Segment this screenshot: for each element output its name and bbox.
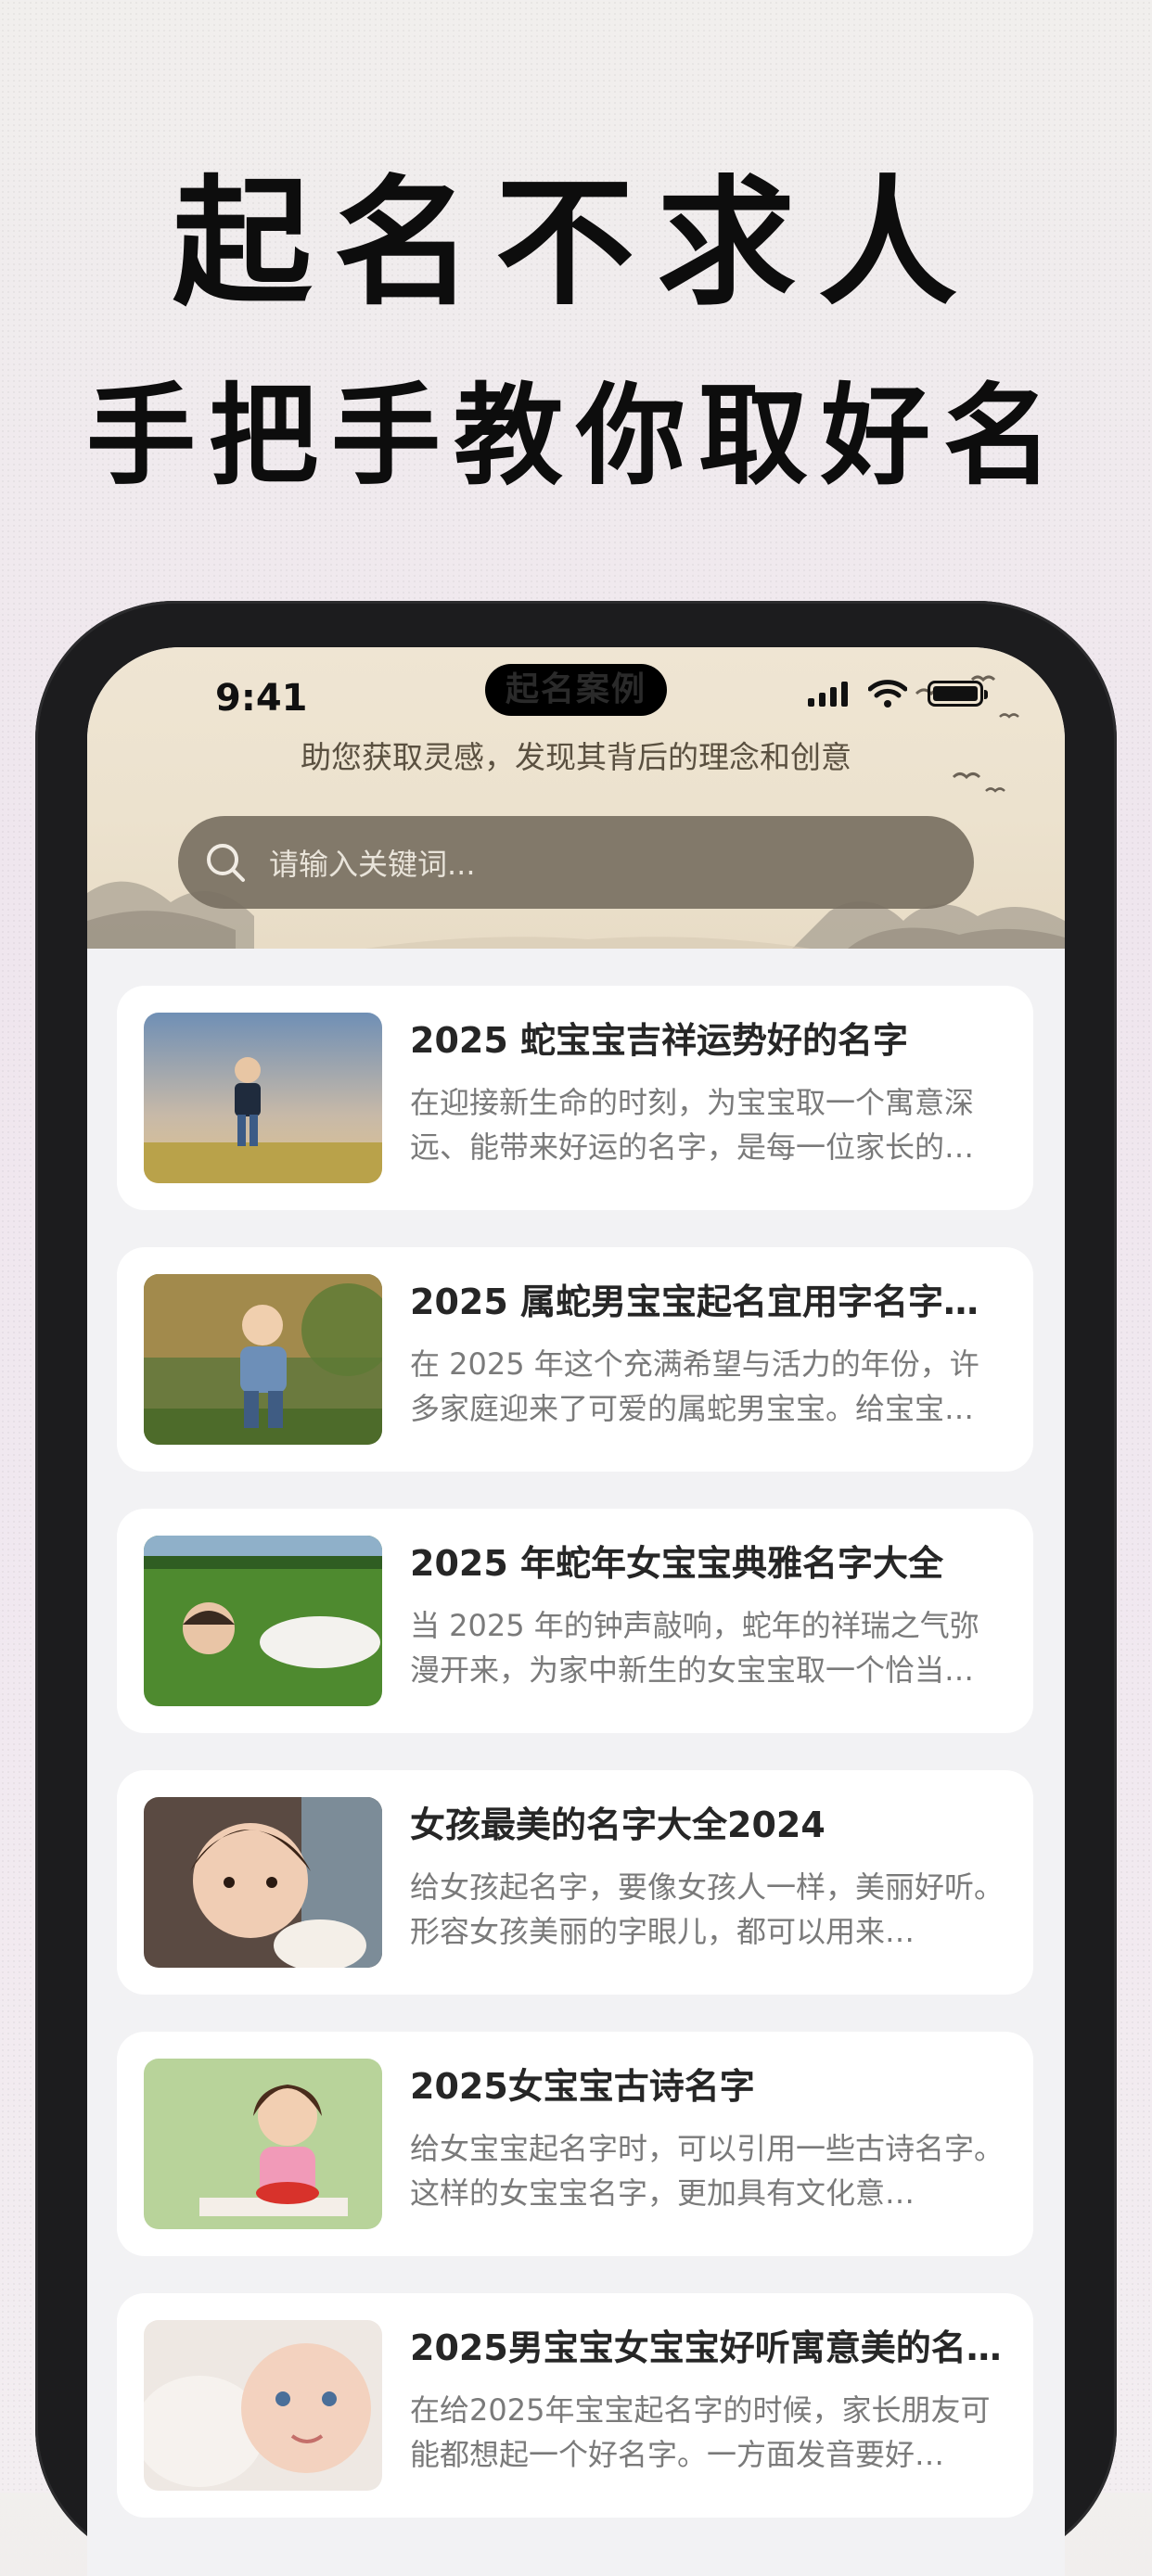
wifi-icon (868, 680, 907, 708)
search-input[interactable]: 请输入关键词... (269, 841, 476, 884)
app-title: 起名案例 (485, 664, 667, 716)
battery-icon (928, 681, 988, 707)
article-card[interactable]: 2025 年蛇年女宝宝典雅名字大全 当 2025 年的钟声敲响，蛇年的祥瑞之气弥… (117, 1509, 1033, 1733)
article-card[interactable]: 2025男宝宝女宝宝好听寓意美的名… 在给2025年宝宝起名字的时候，家长朋友可… (117, 2293, 1033, 2518)
status-icons (808, 679, 988, 708)
article-desc: 当 2025 年的钟声敲响，蛇年的祥瑞之气弥漫开来，为家中新生的女宝宝取一个恰当… (410, 1608, 979, 1688)
article-desc: 给女孩起名字，要像女孩人一样，美丽好听。形容女孩美丽的字眼儿，都可以用来… (410, 1869, 1005, 1949)
search-icon (207, 844, 245, 882)
cellular-signal-icon (808, 681, 848, 707)
article-desc: 在给2025年宝宝起名字的时候，家长朋友可能都想起一个好名字。一方面发音要好… (410, 2392, 991, 2472)
article-title: 2025男宝宝女宝宝好听寓意美的名… (410, 2327, 1002, 2368)
article-thumbnail (144, 1797, 382, 1968)
article-thumbnail (144, 2320, 382, 2491)
article-title: 2025女宝宝古诗名字 (410, 2066, 755, 2107)
article-card[interactable]: 2025 属蛇男宝宝起名宜用字名字… 在 2025 年这个充满希望与活力的年份，… (117, 1247, 1033, 1472)
promo-subheadline: 手把手教你取好名 (85, 372, 1066, 500)
header-subtitle: 助您获取灵感，发现其背后的理念和创意 (301, 739, 851, 775)
phone-frame: 9:41 起名案例 助您获取灵感，发现其背后的理念和创意 请输入关键词... 2… (35, 601, 1117, 2576)
article-card[interactable]: 2025 蛇宝宝吉祥运势好的名字 在迎接新生命的时刻，为宝宝取一个寓意深远、能带… (117, 986, 1033, 1210)
app-screen: 9:41 起名案例 助您获取灵感，发现其背后的理念和创意 请输入关键词... 2… (87, 647, 1065, 2576)
search-bar[interactable]: 请输入关键词... (178, 816, 974, 909)
article-card[interactable]: 女孩最美的名字大全2024 给女孩起名字，要像女孩人一样，美丽好听。形容女孩美丽… (117, 1770, 1033, 1995)
article-desc: 在迎接新生命的时刻，为宝宝取一个寓意深远、能带来好运的名字，是每一位家长的… (410, 1085, 975, 1165)
article-title: 女孩最美的名字大全2024 (410, 1804, 826, 1845)
article-title: 2025 属蛇男宝宝起名宜用字名字… (410, 1282, 979, 1322)
article-thumbnail (144, 1536, 382, 1706)
article-title: 2025 蛇宝宝吉祥运势好的名字 (410, 1020, 908, 1061)
article-thumbnail (144, 1274, 382, 1445)
article-desc: 给女宝宝起名字时，可以引用一些古诗名字。这样的女宝宝名字，更加具有文化意… (410, 2131, 1005, 2211)
status-time: 9:41 (215, 677, 308, 720)
article-desc: 在 2025 年这个充满希望与活力的年份，许多家庭迎来了可爱的属蛇男宝宝。给宝宝… (410, 1346, 979, 1426)
article-card[interactable]: 2025女宝宝古诗名字 给女宝宝起名字时，可以引用一些古诗名字。这样的女宝宝名字… (117, 2032, 1033, 2256)
promo-headline: 起名不求人 (172, 163, 979, 325)
header-banner: 9:41 起名案例 助您获取灵感，发现其背后的理念和创意 请输入关键词... (87, 647, 1065, 949)
article-title: 2025 年蛇年女宝宝典雅名字大全 (410, 1543, 943, 1584)
article-thumbnail (144, 2059, 382, 2229)
article-thumbnail (144, 1013, 382, 1183)
